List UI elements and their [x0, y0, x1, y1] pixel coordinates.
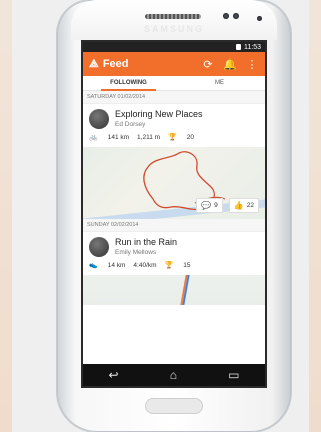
- activity-header: Run in the Rain Emily Mellows: [83, 232, 265, 259]
- activity-title[interactable]: Exploring New Places: [115, 109, 203, 119]
- achievements: 15: [183, 261, 191, 269]
- physical-home-button[interactable]: [145, 398, 203, 414]
- activity-stats: 🚲 141 km 1,211 m 🏆 20: [83, 131, 265, 147]
- avatar[interactable]: [89, 237, 109, 257]
- activity-stats: 👟 14 km 4:40/km 🏆 15: [83, 259, 265, 275]
- light-sensor-icon: [257, 16, 262, 21]
- distance: 141 km: [107, 133, 130, 141]
- background-left-gradient: [0, 0, 12, 432]
- system-nav-bar: ↩ ⌂ ▭: [83, 364, 265, 386]
- activity-title[interactable]: Run in the Rain: [115, 237, 177, 247]
- background-right-gradient: [309, 0, 321, 432]
- tab-following[interactable]: FOLLOWING: [83, 76, 174, 91]
- distance: 14 km: [107, 261, 126, 269]
- activity-card[interactable]: Exploring New Places Ed Dorsey 🚲 141 km …: [83, 104, 265, 219]
- proximity-sensor-icon: [233, 13, 239, 19]
- feed-tabs: FOLLOWING ME: [83, 76, 265, 91]
- comment-icon: 💬: [201, 201, 212, 210]
- activity-header: Exploring New Places Ed Dorsey: [83, 104, 265, 131]
- trophy-icon: 🏆: [168, 134, 177, 141]
- app-bar: ⟁ Feed ⟳ 🔔 ⋮: [83, 52, 265, 76]
- bike-icon: 🚲: [89, 134, 98, 141]
- activity-text: Exploring New Places Ed Dorsey: [115, 109, 203, 128]
- like-button[interactable]: 👍 22: [228, 198, 259, 213]
- pace: 4:40/km: [133, 261, 157, 269]
- status-time: 11:53: [244, 43, 261, 51]
- date-separator: SATURDAY 01/02/2014: [83, 91, 265, 104]
- back-icon[interactable]: ↩: [109, 368, 119, 382]
- route-line: [180, 275, 190, 305]
- route-map[interactable]: [83, 275, 265, 305]
- earpiece-speaker: [145, 14, 201, 19]
- battery-icon: [236, 44, 241, 50]
- thumbs-up-icon: 👍: [233, 201, 244, 210]
- like-count: 22: [246, 202, 254, 209]
- front-camera-icon: [223, 13, 229, 19]
- run-shoe-icon: 👟: [89, 262, 98, 269]
- activity-card[interactable]: Run in the Rain Emily Mellows 👟 14 km 4:…: [83, 232, 265, 305]
- date-separator: SUNDAY 02/02/2014: [83, 219, 265, 232]
- recent-apps-icon[interactable]: ▭: [228, 368, 239, 382]
- elevation: 1,211 m: [137, 133, 161, 141]
- activity-text: Run in the Rain Emily Mellows: [115, 237, 177, 256]
- phone-frame: SAMSUNG 11:53 ⟁ Feed ⟳ 🔔 ⋮ FOLLOWING ME …: [57, 0, 291, 432]
- comment-count: 9: [214, 202, 218, 209]
- notifications-icon[interactable]: 🔔: [223, 58, 237, 71]
- athlete-name[interactable]: Ed Dorsey: [115, 121, 203, 128]
- route-map[interactable]: 💬 9 👍 22: [83, 147, 265, 219]
- tab-me[interactable]: ME: [174, 76, 265, 90]
- status-bar: 11:53: [83, 42, 265, 52]
- strava-logo-icon[interactable]: ⟁: [89, 58, 99, 71]
- trophy-icon: 🏆: [164, 262, 174, 269]
- home-icon[interactable]: ⌂: [170, 368, 177, 382]
- tab-me-label: ME: [215, 80, 224, 86]
- phone-screen: 11:53 ⟁ Feed ⟳ 🔔 ⋮ FOLLOWING ME SATURDAY…: [83, 42, 265, 386]
- achievements: 20: [186, 133, 195, 141]
- refresh-icon[interactable]: ⟳: [201, 58, 215, 71]
- tab-following-label: FOLLOWING: [110, 80, 147, 86]
- comment-button[interactable]: 💬 9: [196, 198, 223, 213]
- avatar[interactable]: [89, 109, 109, 129]
- activity-actions: 💬 9 👍 22: [196, 198, 259, 213]
- device-brand: SAMSUNG: [143, 24, 204, 34]
- app-title: Feed: [102, 58, 129, 70]
- athlete-name[interactable]: Emily Mellows: [115, 249, 177, 256]
- more-vert-icon[interactable]: ⋮: [245, 58, 259, 71]
- phone-top-glare: [71, 0, 277, 40]
